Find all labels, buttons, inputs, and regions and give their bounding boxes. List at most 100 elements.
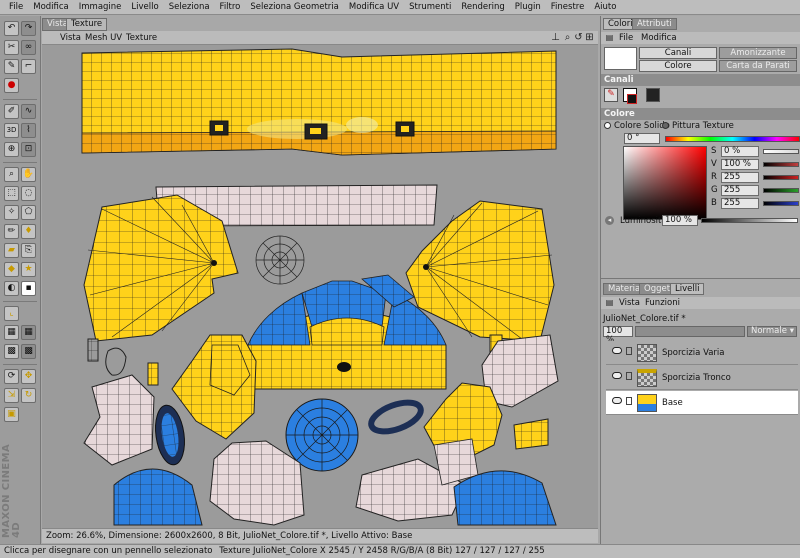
uv-tool-icon[interactable]: ▣	[4, 407, 19, 422]
layers-menu-funzioni[interactable]: Funzioni	[645, 298, 680, 308]
tab-texture[interactable]: Texture	[66, 18, 108, 31]
gradient-icon[interactable]: ◐	[4, 281, 19, 296]
menu-seleziona[interactable]: Seleziona	[164, 2, 215, 12]
expand-icon[interactable]: ⊞	[584, 32, 595, 43]
magic-wand-icon[interactable]: ✧	[4, 205, 19, 220]
menu-plugin[interactable]: Plugin	[510, 2, 546, 12]
menu-file[interactable]: File	[4, 2, 28, 12]
brush-icon[interactable]: ✏	[4, 224, 19, 239]
menu-rendering[interactable]: Rendering	[456, 2, 509, 12]
slider-b[interactable]: B 255	[709, 198, 800, 210]
uv-grid-icon[interactable]: ▩	[4, 344, 19, 359]
clone-icon[interactable]: ⎘	[21, 243, 36, 258]
channel-swap-icon[interactable]	[646, 88, 660, 102]
lock-icon[interactable]	[626, 347, 632, 355]
menu-modifica-uv[interactable]: Modifica UV	[344, 2, 404, 12]
opacity-slider[interactable]	[635, 326, 745, 337]
menu-filtro[interactable]: Filtro	[215, 2, 246, 12]
menu-finestre[interactable]: Finestre	[546, 2, 590, 12]
channel-brush-icon[interactable]: ✎	[604, 88, 618, 102]
slider-s[interactable]: S 0 %	[709, 146, 800, 158]
web-uv	[255, 235, 305, 285]
eye-icon[interactable]	[612, 372, 622, 379]
button-amonizzante[interactable]: Amonizzante	[719, 47, 797, 59]
colore-header: Colore	[601, 108, 800, 120]
rotate-icon[interactable]: ↺	[573, 32, 584, 43]
record-icon[interactable]: ●	[4, 78, 19, 93]
crop-icon[interactable]: ⌞	[4, 306, 19, 321]
color-swatch-icon[interactable]: ▪	[21, 281, 36, 296]
hue-slider[interactable]	[665, 136, 800, 142]
button-canali[interactable]: Canali	[639, 47, 717, 59]
hand-icon[interactable]: ✋	[21, 167, 36, 182]
layer-row[interactable]: Sporcizia Tronco	[606, 366, 798, 390]
tab-livelli[interactable]: Livelli	[670, 283, 705, 295]
scale-icon[interactable]: ⇲	[4, 388, 19, 403]
smudge-icon[interactable]: ♦	[21, 224, 36, 239]
link-icon[interactable]: ∞	[21, 40, 36, 55]
slider-r[interactable]: R 255	[709, 172, 800, 184]
eyedropper-icon[interactable]: ⌐	[21, 59, 36, 74]
star-icon[interactable]: ★	[21, 262, 36, 277]
blend-mode-select[interactable]: Normale ▾	[747, 326, 797, 337]
hue-input[interactable]: 0 °	[624, 133, 660, 144]
scissors-icon[interactable]: ✂	[4, 40, 19, 55]
radio-colore-solido[interactable]	[604, 122, 611, 129]
menu-livello[interactable]: Livello	[126, 2, 163, 12]
viewport-menu-texture[interactable]: Texture	[126, 33, 157, 43]
brush-settings-icon[interactable]: ✎	[4, 59, 19, 74]
opacity-input[interactable]: 100 %	[603, 326, 633, 345]
rotate-uv-icon[interactable]: ↻	[21, 388, 36, 403]
saturation-value-picker[interactable]	[623, 146, 707, 220]
texture-canvas[interactable]	[42, 45, 598, 528]
viewport-menu-vista[interactable]: Vista	[60, 33, 81, 43]
zoom-nav-icon[interactable]: ⌕	[562, 32, 573, 43]
redo-icon[interactable]: ↷	[21, 21, 36, 36]
eye-icon[interactable]	[612, 347, 622, 354]
undo-icon[interactable]: ↶	[4, 21, 19, 36]
slider-g[interactable]: G 255	[709, 185, 800, 197]
zoom-icon[interactable]: ⌕	[4, 167, 19, 182]
select-icon[interactable]: ⬚	[4, 186, 19, 201]
lasso-icon[interactable]: ◌	[21, 186, 36, 201]
uv-grid-alt-icon[interactable]: ▩	[21, 344, 36, 359]
3d-paint-icon[interactable]: 3D	[4, 123, 19, 138]
radio-pittura-texture[interactable]	[662, 122, 669, 129]
stamp-icon[interactable]: ⊕	[4, 142, 19, 157]
pen-icon[interactable]: ✐	[4, 104, 19, 119]
layer-row[interactable]: Sporcizia Varia	[606, 341, 798, 365]
button-carta-da-parati[interactable]: Carta da Parati	[719, 60, 797, 72]
eye-icon[interactable]	[612, 397, 622, 404]
projection-icon[interactable]: ⊡	[21, 142, 36, 157]
download-icon[interactable]: ⊥	[550, 32, 561, 43]
rotate-tool-icon[interactable]: ⟳	[4, 369, 19, 384]
menu-strumenti[interactable]: Strumenti	[404, 2, 456, 12]
menu-grip-icon: ▤	[605, 298, 614, 307]
eraser-icon[interactable]: ▰	[4, 243, 19, 258]
fill-icon[interactable]: ◆	[4, 262, 19, 277]
luminosity-input[interactable]: 100 %	[662, 215, 698, 226]
button-colore[interactable]: Colore	[639, 60, 717, 72]
menu-modifica[interactable]: Modifica	[28, 2, 74, 12]
slider-v[interactable]: V 100 %	[709, 159, 800, 171]
luminosity-toggle-icon[interactable]: ◂	[605, 216, 614, 225]
luminosity-slider[interactable]	[701, 218, 798, 223]
bg-color-swatch[interactable]	[627, 94, 637, 104]
move-icon[interactable]: ✥	[21, 369, 36, 384]
layers-menu-vista[interactable]: Vista	[619, 298, 640, 308]
spline-icon[interactable]: ⌇	[21, 123, 36, 138]
colors-menu-modifica[interactable]: Modifica	[641, 33, 677, 43]
lock-icon[interactable]	[626, 372, 632, 380]
colors-menu-file[interactable]: File	[619, 33, 633, 43]
menu-aiuto[interactable]: Aiuto	[589, 2, 621, 12]
grid-alt-icon[interactable]: ▦	[21, 325, 36, 340]
menu-immagine[interactable]: Immagine	[74, 2, 127, 12]
layer-row-selected[interactable]: Base	[606, 391, 798, 415]
tab-attributi[interactable]: Attributi	[632, 18, 677, 30]
polygon-select-icon[interactable]: ⬠	[21, 205, 36, 220]
lock-icon[interactable]	[626, 397, 632, 405]
curve-icon[interactable]: ∿	[21, 104, 36, 119]
menu-seleziona-geometria[interactable]: Seleziona Geometria	[245, 2, 343, 12]
grid-icon[interactable]: ▦	[4, 325, 19, 340]
viewport-menu-mesh-uv[interactable]: Mesh UV	[85, 33, 122, 43]
